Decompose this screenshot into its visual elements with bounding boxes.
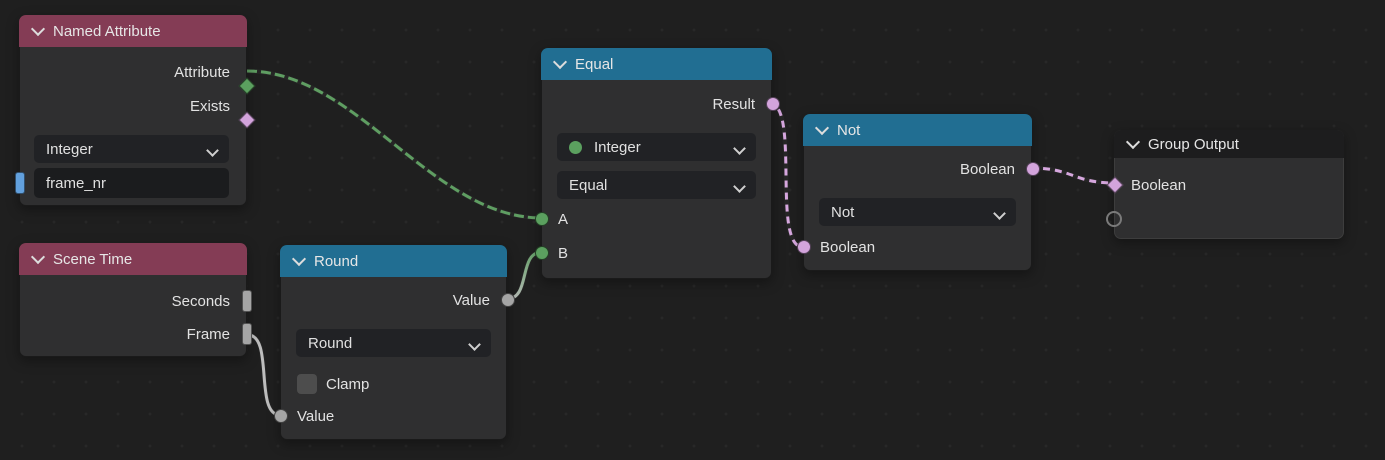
node-header[interactable]: Round — [280, 245, 507, 277]
integer-type-icon — [569, 140, 582, 154]
output-row-exists: Exists — [20, 92, 246, 120]
node-title: Scene Time — [53, 250, 133, 268]
input-row-a: A — [542, 205, 771, 233]
node-not[interactable]: Not Boolean Not Boolean — [797, 114, 1040, 271]
node-title: Named Attribute — [53, 22, 161, 40]
output-row-seconds: Seconds — [20, 287, 246, 315]
output-label: Value — [452, 291, 490, 309]
output-row-boolean: Boolean — [804, 155, 1031, 183]
node-header[interactable]: Scene Time — [19, 243, 247, 275]
input-label: B — [558, 244, 569, 262]
node-header[interactable]: Named Attribute — [19, 15, 247, 47]
dropdown-value: Integer — [46, 140, 93, 158]
dropdown-value: Not — [831, 203, 855, 221]
node-title: Equal — [575, 55, 614, 73]
input-label: Boolean — [820, 238, 876, 256]
node-group-output[interactable]: Group Output Boolean — [1106, 130, 1344, 239]
link-result-to-boolean[interactable] — [768, 100, 804, 250]
output-label: Result — [712, 95, 755, 113]
node-named-attribute[interactable]: Named Attribute Attribute Exists Integer… — [15, 15, 256, 206]
data-type-dropdown[interactable]: Integer — [557, 133, 756, 161]
node-round[interactable]: Round Value Round Clamp Value — [274, 245, 515, 440]
dropdown-value: Round — [308, 334, 353, 352]
link-value-to-b[interactable] — [506, 249, 543, 302]
collapse-chevron-icon[interactable] — [552, 54, 568, 70]
chevron-down-icon — [993, 207, 1006, 220]
input-label: A — [558, 210, 569, 228]
collapse-chevron-icon[interactable] — [814, 120, 830, 136]
socket-virtual[interactable] — [1106, 211, 1122, 227]
input-label: Boolean — [1131, 176, 1187, 194]
output-row-result: Result — [542, 90, 771, 118]
output-row-frame: Frame — [20, 320, 246, 348]
clamp-row: Clamp — [281, 370, 506, 398]
output-row-attribute: Attribute — [20, 58, 246, 86]
operation-dropdown[interactable]: Not — [819, 198, 1016, 226]
input-label: Value — [297, 407, 335, 425]
output-label: Seconds — [171, 292, 230, 310]
dropdown-value: Integer — [594, 138, 641, 156]
socket-output-frame[interactable] — [242, 323, 252, 345]
node-editor-canvas[interactable]: Named Attribute Attribute Exists Integer… — [0, 0, 1385, 460]
node-title: Round — [314, 252, 359, 270]
output-label: Boolean — [959, 160, 1015, 178]
node-header[interactable]: Group Output — [1114, 130, 1344, 158]
output-label: Attribute — [174, 63, 230, 81]
input-row-boolean: Boolean — [804, 233, 1031, 261]
chevron-down-icon — [733, 142, 746, 155]
attribute-name-field[interactable]: frame_nr — [34, 168, 229, 198]
dropdown-value: Equal — [569, 176, 608, 194]
output-label: Exists — [189, 97, 230, 115]
socket-output-boolean[interactable] — [1026, 162, 1040, 176]
clamp-label: Clamp — [326, 375, 370, 393]
link-not-to-group-output[interactable] — [1030, 165, 1116, 186]
node-header[interactable]: Not — [803, 114, 1032, 146]
output-label: Frame — [186, 325, 230, 343]
collapse-chevron-icon[interactable] — [30, 249, 46, 265]
data-type-dropdown[interactable]: Integer — [34, 135, 229, 163]
output-row-value: Value — [281, 286, 506, 314]
chevron-down-icon — [206, 144, 219, 157]
clamp-checkbox[interactable] — [297, 374, 317, 394]
chevron-down-icon — [468, 338, 481, 351]
socket-output-seconds[interactable] — [242, 290, 252, 312]
socket-output-value[interactable] — [501, 293, 515, 307]
collapse-chevron-icon[interactable] — [30, 21, 46, 37]
chevron-down-icon — [733, 180, 746, 193]
socket-input-a[interactable] — [535, 212, 549, 226]
socket-input-value[interactable] — [274, 409, 288, 423]
operation-dropdown[interactable]: Round — [296, 329, 491, 357]
node-header[interactable]: Equal — [541, 48, 772, 80]
socket-input-boolean[interactable] — [797, 240, 811, 254]
node-title: Not — [837, 121, 861, 139]
input-row-b: B — [542, 239, 771, 267]
socket-input-b[interactable] — [535, 246, 549, 260]
field-value: frame_nr — [46, 174, 107, 192]
socket-input-name[interactable] — [15, 172, 25, 194]
link-attribute-to-a[interactable] — [246, 68, 543, 221]
collapse-chevron-icon[interactable] — [1125, 134, 1141, 150]
link-frame-to-value[interactable] — [247, 332, 281, 418]
input-row-value: Value — [281, 402, 506, 430]
node-equal[interactable]: Equal Result Integer Equal A B — [535, 48, 780, 279]
operation-dropdown[interactable]: Equal — [557, 171, 756, 199]
input-row-boolean: Boolean — [1115, 171, 1343, 199]
collapse-chevron-icon[interactable] — [291, 251, 307, 267]
socket-output-result[interactable] — [766, 97, 780, 111]
node-title: Group Output — [1148, 135, 1239, 153]
node-scene-time[interactable]: Scene Time Seconds Frame — [19, 243, 252, 357]
